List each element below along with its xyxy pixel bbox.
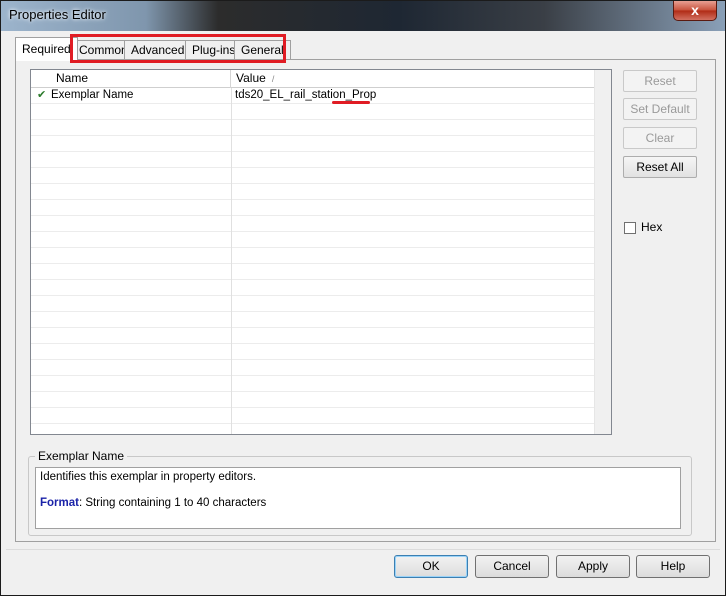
window-title: Properties Editor: [9, 7, 106, 22]
help-button[interactable]: Help: [636, 555, 710, 578]
sort-indicator-icon: /: [271, 74, 275, 84]
ok-button[interactable]: OK: [394, 555, 468, 578]
hex-label: Hex: [641, 220, 663, 234]
column-header-name-label: Name: [56, 71, 89, 85]
format-text: : String containing 1 to 40 characters: [78, 497, 267, 509]
grid-header: Name Value /: [31, 70, 611, 88]
apply-button[interactable]: Apply: [556, 555, 630, 578]
description-text: Identifies this exemplar in property edi…: [40, 471, 257, 483]
properties-editor-window: Properties Editor x Required Common Adva…: [0, 0, 726, 596]
tab-advanced[interactable]: Advanced: [124, 40, 192, 60]
tab-panel: Name Value / ✔ Exemplar Name tds20_EL_rai…: [15, 59, 716, 542]
grid-body: ✔ Exemplar Name tds20_EL_rail_station_Pr…: [31, 88, 611, 434]
checkmark-icon: ✔: [37, 89, 47, 101]
set-default-button[interactable]: Set Default: [623, 98, 697, 120]
clear-button[interactable]: Clear: [623, 127, 697, 149]
close-button[interactable]: x: [673, 1, 717, 21]
format-label: Format: [40, 497, 79, 509]
table-row[interactable]: ✔ Exemplar Name tds20_EL_rail_station_Pr…: [31, 88, 611, 104]
property-grid[interactable]: Name Value / ✔ Exemplar Name tds20_EL_rai…: [30, 69, 612, 435]
row-name-cell: Exemplar Name: [51, 89, 134, 101]
grid-vertical-scrollbar[interactable]: [594, 70, 611, 434]
cancel-button[interactable]: Cancel: [475, 555, 549, 578]
reset-button[interactable]: Reset: [623, 70, 697, 92]
tab-general[interactable]: General: [234, 40, 291, 60]
bottom-separator: [6, 549, 720, 550]
dialog-client-area: Required Common Advanced Plug-ins Genera…: [6, 31, 720, 591]
column-header-name[interactable]: Name: [31, 70, 231, 88]
column-header-value-label: Value: [236, 71, 266, 85]
column-header-value[interactable]: Value /: [231, 70, 595, 88]
description-group-title: Exemplar Name: [35, 449, 128, 463]
description-group: Exemplar Name Identifies this exemplar i…: [28, 449, 692, 536]
description-box: Identifies this exemplar in property edi…: [35, 467, 681, 529]
reset-all-button[interactable]: Reset All: [623, 156, 697, 178]
row-value-suffix: _Prop: [345, 89, 377, 101]
value-annotation-underline: [332, 101, 370, 104]
format-line: Format: String containing 1 to 40 charac…: [40, 497, 266, 509]
row-value-prefix: tds20_EL_rail_station: [235, 89, 346, 101]
tab-required[interactable]: Required: [15, 37, 78, 61]
hex-checkbox[interactable]: [624, 222, 636, 234]
title-bar[interactable]: Properties Editor x: [1, 1, 725, 31]
